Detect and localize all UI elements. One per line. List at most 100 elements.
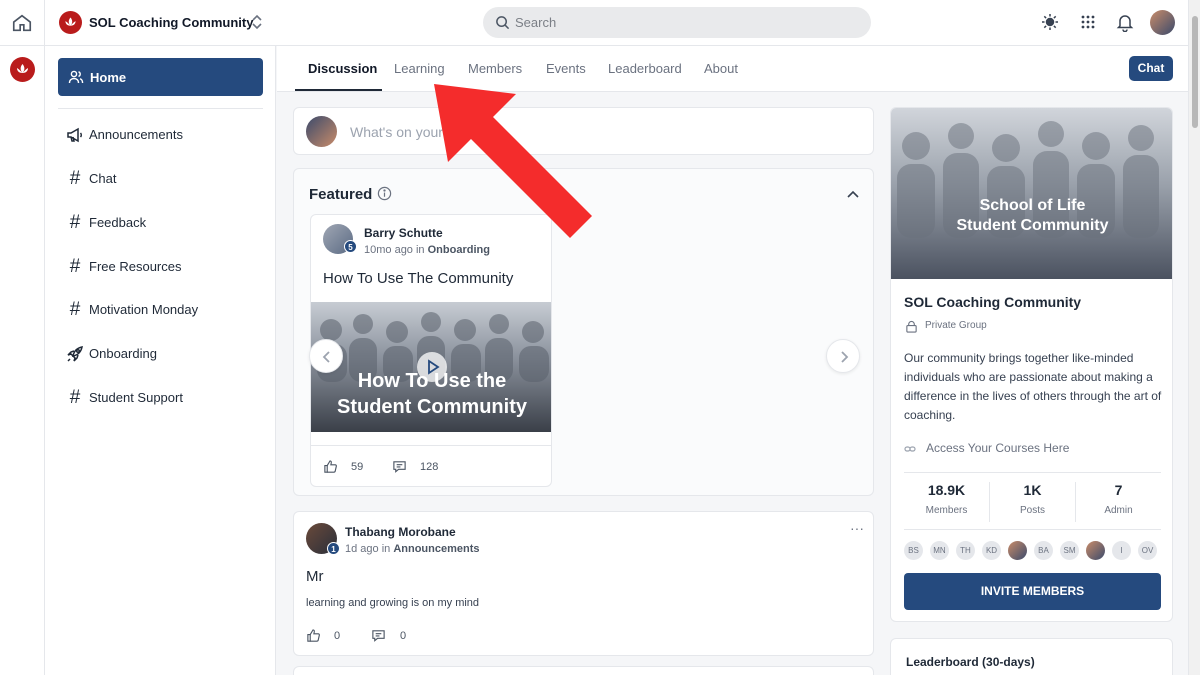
chevron-up-icon[interactable]: [846, 188, 860, 200]
home-icon[interactable]: [11, 12, 33, 34]
page-scrollbar[interactable]: [1188, 0, 1200, 675]
tab-discussion[interactable]: Discussion: [308, 61, 377, 76]
hash-icon: #: [69, 212, 81, 233]
sidebar-item-label: Feedback: [89, 215, 147, 230]
divider: [904, 529, 1161, 530]
stat-value: 1K: [1023, 482, 1042, 498]
tab-leaderboard[interactable]: Leaderboard: [608, 61, 682, 76]
chevron-left-icon: [322, 351, 330, 363]
like-icon[interactable]: [323, 459, 338, 474]
sidebar-item-onboarding[interactable]: Onboarding: [65, 342, 260, 366]
sidebar-item-chat[interactable]: # Chat: [65, 167, 260, 191]
carousel-prev-button[interactable]: [309, 339, 343, 373]
post-body: learning and growing is on my mind: [306, 597, 480, 609]
comment-count: 128: [420, 461, 439, 473]
chevron-right-icon: [841, 351, 849, 363]
leaderboard-card: Leaderboard (30-days): [890, 638, 1173, 675]
hash-icon: #: [69, 387, 81, 408]
tab-events[interactable]: Events: [546, 61, 586, 76]
more-options-icon[interactable]: ···: [850, 520, 864, 536]
community-name[interactable]: SOL Coaching Community: [89, 15, 253, 30]
community-description: Our community brings together like-minde…: [904, 351, 1162, 422]
member-avatar[interactable]: BA: [1034, 541, 1053, 560]
community-logo-icon[interactable]: [59, 11, 82, 34]
member-avatar[interactable]: MN: [930, 541, 949, 560]
tab-about[interactable]: About: [704, 61, 738, 76]
stat-value: 7: [1114, 482, 1123, 498]
sun-icon[interactable]: [1040, 12, 1060, 32]
member-avatar[interactable]: OV: [1138, 541, 1157, 560]
post-channel[interactable]: Announcements: [393, 543, 479, 555]
member-avatar[interactable]: BS: [904, 541, 923, 560]
comment-icon[interactable]: [392, 459, 407, 474]
stat-members[interactable]: 18.9K Members: [904, 482, 989, 520]
sidebar-item-free-resources[interactable]: # Free Resources: [65, 255, 260, 279]
tab-learning[interactable]: Learning: [394, 61, 445, 76]
annotation-arrow-icon: [434, 84, 592, 238]
leaderboard-title: Leaderboard (30-days): [906, 655, 1035, 669]
search-input[interactable]: [515, 7, 855, 38]
thumbnail-caption: How To Use the Student Community: [311, 368, 551, 420]
community-title: SOL Coaching Community: [904, 294, 1082, 310]
stat-posts[interactable]: 1K Posts: [990, 482, 1075, 520]
top-bar: SOL Coaching Community: [45, 0, 1188, 46]
sidebar-item-feedback[interactable]: # Feedback: [65, 211, 260, 235]
sidebar-item-label: Student Support: [89, 390, 183, 405]
sidebar-item-label: Chat: [89, 171, 117, 186]
member-avatar[interactable]: [1008, 541, 1027, 560]
search-bar[interactable]: [483, 7, 871, 38]
sidebar-item-student-support[interactable]: # Student Support: [65, 386, 260, 410]
avatar: [306, 116, 337, 147]
hash-icon: #: [69, 168, 81, 189]
chat-button[interactable]: Chat: [1129, 56, 1173, 81]
member-avatar[interactable]: [1086, 541, 1105, 560]
banner-caption: School of Life Student Community: [891, 196, 1172, 236]
user-avatar[interactable]: [1150, 10, 1175, 35]
info-icon[interactable]: [377, 186, 392, 201]
post-card[interactable]: 1 Thabang Morobane 1d ago in Announcemen…: [293, 511, 874, 656]
chevron-up-down-icon[interactable]: [250, 13, 264, 31]
member-avatar[interactable]: SM: [1060, 541, 1079, 560]
post-meta: 1d ago in Announcements: [345, 543, 480, 555]
member-avatar[interactable]: I: [1112, 541, 1131, 560]
comment-icon[interactable]: [371, 628, 386, 643]
post-author[interactable]: Thabang Morobane: [345, 525, 456, 539]
video-thumbnail[interactable]: How To Use the Student Community: [311, 302, 551, 432]
app-rail: [0, 0, 45, 675]
link-icon: [904, 446, 916, 452]
thumbnail-line-2: Student Community: [337, 396, 527, 418]
sidebar-item-label: Free Resources: [89, 259, 182, 274]
stat-admin[interactable]: 7 Admin: [1076, 482, 1161, 520]
megaphone-icon: [67, 127, 83, 143]
sidebar-item-label: Home: [90, 70, 127, 85]
apps-grid-icon[interactable]: [1078, 12, 1098, 32]
community-about-card: School of Life Student Community SOL Coac…: [890, 107, 1173, 622]
post-stats: 59 128: [311, 445, 551, 486]
community-logo-icon[interactable]: [10, 57, 35, 82]
like-icon[interactable]: [306, 628, 321, 643]
privacy-label: Private Group: [925, 320, 987, 331]
invite-members-button[interactable]: INVITE MEMBERS: [904, 573, 1161, 610]
sidebar-item-announcements[interactable]: Announcements: [65, 123, 260, 147]
lock-icon: [906, 320, 917, 333]
sidebar-item-label: Onboarding: [89, 346, 157, 361]
banner-line-2: Student Community: [956, 217, 1109, 234]
sidebar-item-motivation-monday[interactable]: # Motivation Monday: [65, 298, 260, 322]
users-icon: [68, 70, 84, 84]
member-avatar[interactable]: TH: [956, 541, 975, 560]
courses-link[interactable]: Access Your Courses Here: [926, 441, 1069, 455]
tab-members[interactable]: Members: [468, 61, 522, 76]
member-avatar[interactable]: KD: [982, 541, 1001, 560]
scrollbar-thumb[interactable]: [1192, 16, 1198, 128]
post-time: 10mo ago in: [364, 244, 428, 256]
carousel-next-button[interactable]: [826, 339, 860, 373]
post-title[interactable]: Mr: [306, 568, 324, 585]
active-tab-indicator: [295, 89, 382, 91]
bell-icon[interactable]: [1115, 12, 1135, 32]
sidebar-item-home[interactable]: Home: [58, 58, 263, 96]
post-card[interactable]: [293, 666, 874, 675]
post-title[interactable]: How To Use The Community: [323, 270, 513, 287]
featured-title: Featured: [309, 186, 373, 203]
channel-sidebar: Home Announcements # Chat # Feedback # F…: [45, 46, 276, 675]
level-badge: 1: [327, 542, 340, 555]
